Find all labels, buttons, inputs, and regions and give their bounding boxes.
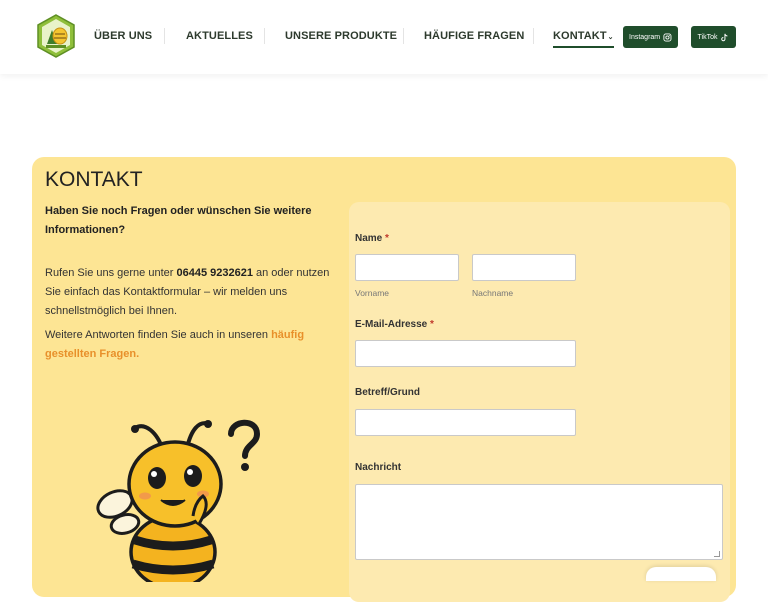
first-name-sublabel: Vorname [355,288,390,298]
site-header: ÜBER UNS AKTUELLES UNSERE PRODUKTE HÄUFI… [0,0,768,74]
message-label: Nachricht [355,462,402,473]
instagram-button[interactable]: Instagram [623,26,678,48]
intro-heading: Haben Sie noch Fragen oder wünschen Sie … [45,205,312,236]
subject-label: Betreff/Grund [355,387,420,398]
page-title: KONTAKT [45,168,143,191]
nav-item-unsere-produkte[interactable]: UNSERE PRODUKTE [285,30,397,42]
nav-item-kontakt-label: KONTAKT [553,30,607,42]
bee-mascot-illustration [96,419,261,582]
nav-item-aktuelles[interactable]: AKTUELLES [186,30,253,42]
intro-pre: Rufen Sie uns gerne unter [45,267,177,279]
nav-divider [403,28,404,44]
instagram-label: Instagram [629,33,661,41]
required-mark: * [430,319,434,330]
logo-icon[interactable] [36,14,76,58]
name-label-text: Name [355,233,383,244]
last-name-input[interactable] [472,254,576,281]
email-input[interactable] [355,340,576,367]
intro-text: Rufen Sie uns gerne unter 06445 9232621 … [45,264,335,321]
resize-handle-icon[interactable] [714,551,720,557]
first-name-input[interactable] [355,254,459,281]
email-label-text: E-Mail-Adresse [355,319,428,330]
tiktok-button[interactable]: TikTok [691,26,736,48]
subject-input[interactable] [355,409,576,436]
message-textarea[interactable] [355,484,723,560]
tiktok-label: TikTok [697,33,718,41]
nav-divider [533,28,534,44]
nav-item-kontakt[interactable]: KONTAKT⌄ [553,30,614,48]
nav-divider [164,28,165,44]
required-mark: * [385,233,389,244]
faq-text: Weitere Antworten finden Sie auch in uns… [45,326,335,364]
faq-post: . [136,348,140,360]
floating-widget[interactable] [646,567,716,581]
name-label: Name * [355,233,389,244]
last-name-sublabel: Nachname [472,288,514,298]
instagram-icon [663,33,672,41]
chevron-down-icon: ⌄ [607,34,614,41]
nav-item-haeufige-fragen[interactable]: HÄUFIGE FRAGEN [424,30,524,42]
nav-divider [264,28,265,44]
phone-number[interactable]: 06445 9232621 [176,267,252,279]
tiktok-icon [721,33,728,41]
email-label: E-Mail-Adresse * [355,319,434,330]
faq-pre: Weitere Antworten finden Sie auch in uns… [45,329,272,341]
nav-item-ueber-uns[interactable]: ÜBER UNS [94,30,152,42]
